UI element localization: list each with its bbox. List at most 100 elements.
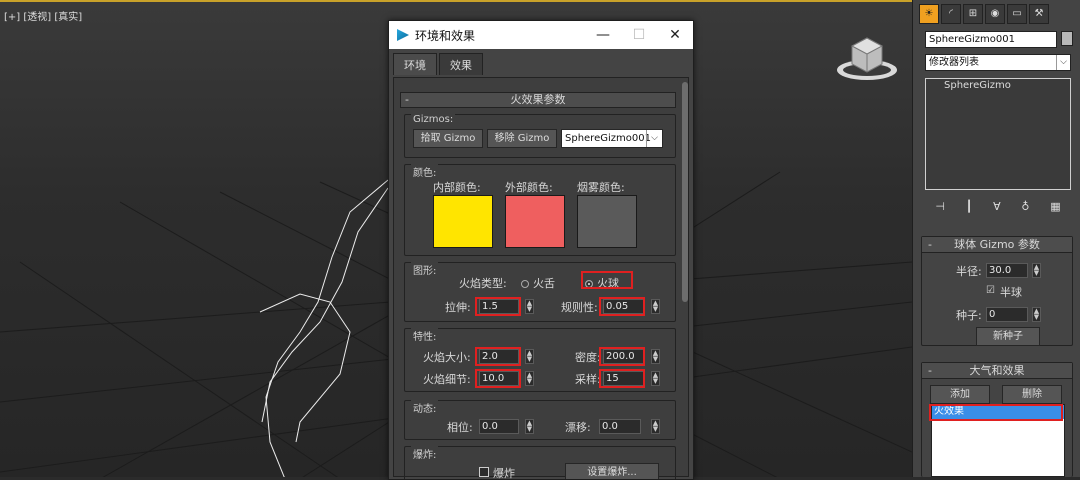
sphere-gizmo-params-rollout: - 球体 Gizmo 参数 半径: 30.0 ▲ ▼ ☑ 半球 种子: 0 ▲ ▼ … xyxy=(921,236,1073,346)
characteristics-label: 特性: xyxy=(411,328,439,343)
rollout-collapse[interactable]: - xyxy=(928,237,932,252)
shape-label: 图形: xyxy=(411,262,439,277)
drift-spinner[interactable]: 0.0 xyxy=(599,419,641,434)
app-icon xyxy=(397,29,409,41)
dialog-scrollbar[interactable] xyxy=(682,82,688,302)
dialog-titlebar[interactable]: 环境和效果 — ☐ ✕ xyxy=(389,21,693,49)
create-tab-sun-icon[interactable]: ☀ xyxy=(919,4,939,24)
add-effect-button[interactable]: 添加 xyxy=(930,385,990,404)
explosion-group: 爆炸: 爆炸 设置爆炸... xyxy=(404,446,676,480)
rollout-collapse[interactable]: - xyxy=(928,363,932,378)
display-tab-icon[interactable]: ▭ xyxy=(1007,4,1027,24)
flame-size-arrows[interactable]: ▲ ▼ xyxy=(525,349,534,364)
explosion-label: 爆炸: xyxy=(411,446,439,461)
phase-arrows[interactable]: ▲ ▼ xyxy=(525,419,534,434)
motion-label: 动态: xyxy=(411,400,439,415)
flame-size-highlight xyxy=(475,347,521,366)
maximize-button[interactable]: ☐ xyxy=(621,27,657,43)
drift-arrows[interactable]: ▲ ▼ xyxy=(651,419,660,434)
chevron-down-icon: ⌵ xyxy=(646,130,662,147)
outer-color-label: 外部颜色: xyxy=(505,181,553,194)
utilities-tab-hammer-icon[interactable]: ⚒ xyxy=(1029,4,1049,24)
pin-stack-icon[interactable]: ⊣ xyxy=(935,200,945,213)
show-end-result-icon[interactable]: ┃ xyxy=(966,200,973,213)
flame-detail-highlight xyxy=(475,369,521,388)
dialog-tabs: 环境 效果 xyxy=(389,49,693,75)
close-button[interactable]: ✕ xyxy=(657,27,693,43)
gizmo-select[interactable]: SphereGizmo001 ⌵ xyxy=(561,129,663,148)
modify-tab-curve-icon[interactable]: ◜ xyxy=(941,4,961,24)
minimize-button[interactable]: — xyxy=(585,27,621,43)
regularity-highlight xyxy=(599,297,645,316)
sphere-gizmo-params-header[interactable]: - 球体 Gizmo 参数 xyxy=(922,237,1072,253)
modifier-stack[interactable]: SphereGizmo xyxy=(925,78,1071,190)
object-color-swatch[interactable] xyxy=(1061,31,1073,46)
remove-gizmo-button[interactable]: 移除 Gizmo xyxy=(487,129,557,148)
stretch-highlight xyxy=(475,297,521,316)
motion-tab-icon[interactable]: ◉ xyxy=(985,4,1005,24)
shape-group: 图形: 火焰类型: 火舌 火球 拉伸: 1.5 ▲ ▼ 规则性: 0.05 ▲ ▼ xyxy=(404,262,676,322)
atmospherics-effects-header[interactable]: - 大气和效果 xyxy=(922,363,1072,379)
radius-arrows[interactable]: ▲ ▼ xyxy=(1032,263,1041,278)
explode-checkbox-label: 爆炸 xyxy=(493,467,515,480)
inner-color-swatch[interactable] xyxy=(433,195,493,248)
remove-modifier-icon[interactable]: ♁ xyxy=(1021,200,1029,213)
phase-spinner[interactable]: 0.0 xyxy=(479,419,519,434)
viewcube-icon[interactable] xyxy=(836,32,898,82)
flame-type-tongue-option[interactable]: 火舌 xyxy=(521,275,555,291)
sphere-rollout-title: 球体 Gizmo 参数 xyxy=(954,238,1040,251)
seed-arrows[interactable]: ▲ ▼ xyxy=(1032,307,1041,322)
rollout-collapse[interactable]: - xyxy=(405,93,409,107)
tab-effects[interactable]: 效果 xyxy=(439,53,483,75)
flame-size-label: 火焰大小: xyxy=(423,351,471,364)
density-highlight xyxy=(599,347,645,366)
samples-label: 采样: xyxy=(575,373,601,386)
radius-label: 半径: xyxy=(956,265,982,278)
radio-icon xyxy=(521,280,529,288)
modifier-list-label: 修改器列表 xyxy=(929,57,979,68)
gizmos-label: Gizmos: xyxy=(411,114,456,125)
stretch-label: 拉伸: xyxy=(445,301,471,314)
regularity-spinner-arrows[interactable]: ▲ ▼ xyxy=(651,299,660,314)
environment-effects-dialog: 环境和效果 — ☐ ✕ 环境 效果 - 火效果参数 Gizmos: 拾取 Giz… xyxy=(388,20,694,480)
regularity-label: 规则性: xyxy=(561,301,598,314)
dialog-title: 环境和效果 xyxy=(415,28,476,43)
density-arrows[interactable]: ▲ ▼ xyxy=(651,349,660,364)
seed-label: 种子: xyxy=(956,309,982,322)
explode-checkbox[interactable] xyxy=(479,467,489,477)
hemisphere-checkbox[interactable]: ☑ xyxy=(986,285,995,296)
flame-detail-label: 火焰细节: xyxy=(423,373,471,386)
dialog-body: - 火效果参数 Gizmos: 拾取 Gizmo 移除 Gizmo Sphere… xyxy=(393,77,689,480)
fire-params-rollout-header[interactable]: - 火效果参数 xyxy=(400,92,676,108)
flame-detail-arrows[interactable]: ▲ ▼ xyxy=(525,371,534,386)
new-seed-button[interactable]: 新种子 xyxy=(976,327,1040,346)
pick-gizmo-button[interactable]: 拾取 Gizmo xyxy=(413,129,483,148)
command-panel-tabs: ☀ ◜ ⊞ ◉ ▭ ⚒ xyxy=(919,4,1051,24)
colors-label: 颜色: xyxy=(411,164,439,179)
inner-color-label: 内部颜色: xyxy=(433,181,481,194)
modifier-list-dropdown[interactable]: 修改器列表 ⌵ xyxy=(925,54,1071,71)
delete-effect-button[interactable]: 删除 xyxy=(1002,385,1062,404)
fireball-highlight xyxy=(581,271,633,289)
rollout-title: 火效果参数 xyxy=(510,93,566,106)
stretch-spinner-arrows[interactable]: ▲ ▼ xyxy=(525,299,534,314)
outer-color-swatch[interactable] xyxy=(505,195,565,248)
tab-environment[interactable]: 环境 xyxy=(393,53,437,75)
stack-item[interactable]: SphereGizmo xyxy=(926,79,1070,93)
make-unique-icon[interactable]: ∀ xyxy=(993,200,1001,213)
setup-explosion-button[interactable]: 设置爆炸... xyxy=(565,463,659,479)
hierarchy-tab-icon[interactable]: ⊞ xyxy=(963,4,983,24)
object-name-field[interactable]: SphereGizmo001 xyxy=(925,31,1057,48)
atmos-rollout-title: 大气和效果 xyxy=(969,364,1025,377)
colors-group: 颜色: 内部颜色: 外部颜色: 烟雾颜色: xyxy=(404,164,676,256)
fire-effect-highlight xyxy=(929,404,1063,421)
seed-spinner[interactable]: 0 xyxy=(986,307,1028,322)
smoke-color-swatch[interactable] xyxy=(577,195,637,248)
radius-spinner[interactable]: 30.0 xyxy=(986,263,1028,278)
chevron-down-icon: ⌵ xyxy=(1056,55,1070,70)
configure-sets-icon[interactable]: ▦ xyxy=(1050,200,1060,213)
gizmo-select-value: SphereGizmo001 xyxy=(565,133,651,144)
samples-arrows[interactable]: ▲ ▼ xyxy=(651,371,660,386)
phase-label: 相位: xyxy=(447,421,473,434)
motion-group: 动态: 相位: 0.0 ▲ ▼ 漂移: 0.0 ▲ ▼ xyxy=(404,400,676,440)
